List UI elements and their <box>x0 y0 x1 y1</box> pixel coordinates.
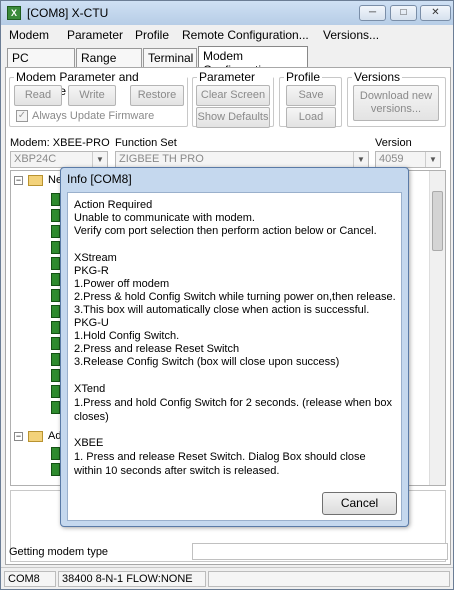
download-versions-button[interactable]: Download new versions... <box>353 85 439 121</box>
parameter-icon <box>51 447 60 460</box>
message-line: 1.Hold Config Switch. <box>74 330 180 342</box>
parameter-view-group: Parameter View Clear Screen Show Default… <box>192 70 274 128</box>
message-line: Verify com port selection then perform a… <box>74 225 377 237</box>
title-bar: X [COM8] X-CTU ─ □ ✕ <box>1 1 453 25</box>
load-profile-button[interactable]: Load <box>286 107 336 128</box>
tab-terminal[interactable]: Terminal <box>143 48 197 68</box>
dialog-title: Info [COM8] <box>67 172 132 186</box>
read-button[interactable]: Read <box>14 85 62 106</box>
modem-label: Modem: XBEE-PRO <box>10 137 110 149</box>
status-empty <box>208 571 450 587</box>
tab-pc-settings[interactable]: PC Settings <box>7 48 75 79</box>
status-port: COM8 <box>4 571 56 587</box>
parameter-icon <box>51 273 60 286</box>
menu-versions[interactable]: Versions... <box>323 28 379 42</box>
message-line: XBEE <box>74 437 104 449</box>
parameter-icon <box>51 369 60 382</box>
parameter-icon <box>51 401 60 414</box>
message-line: 2.Press & hold Config Switch while turni… <box>74 291 396 303</box>
tab-range-test[interactable]: Range Test <box>76 48 142 79</box>
parameter-icon <box>51 321 60 334</box>
write-button[interactable]: Write <box>68 85 116 106</box>
dialog-title-bar: Info [COM8] <box>61 168 408 190</box>
version-label: Version <box>375 137 412 149</box>
parameter-icon <box>51 225 60 238</box>
window-title: [COM8] X-CTU <box>27 6 109 20</box>
menu-profile[interactable]: Profile <box>135 28 169 42</box>
app-icon: X <box>7 6 21 20</box>
dialog-body: Action Required Unable to communicate wi… <box>67 192 402 521</box>
parameter-icon <box>51 463 60 476</box>
function-set-value: ZIGBEE TH PRO <box>119 153 204 165</box>
message-line: PKG-R <box>74 265 109 277</box>
parameter-icon <box>51 193 60 206</box>
message-line: XTend <box>74 383 106 395</box>
tree-collapse-icon[interactable]: − <box>14 176 23 185</box>
function-set-select[interactable]: ZIGBEE TH PRO ▼ <box>115 151 369 168</box>
function-set-label: Function Set <box>115 137 177 149</box>
clear-screen-button[interactable]: Clear Screen <box>196 85 270 106</box>
parameter-icon <box>51 289 60 302</box>
message-line: 3.Release Config Switch (box will close … <box>74 356 340 368</box>
tab-strip: PC Settings Range Test Terminal Modem Co… <box>5 46 451 79</box>
menu-remote-configuration[interactable]: Remote Configuration... <box>182 28 309 42</box>
versions-group: Versions Download new versions... <box>347 70 446 127</box>
menu-bar: Modem Parameter Profile Remote Configura… <box>1 25 453 45</box>
always-update-checkbox[interactable]: ✓ <box>16 110 28 122</box>
info-dialog: Info [COM8] Action Required Unable to co… <box>60 167 409 527</box>
message-line: XStream <box>74 252 117 264</box>
always-update-label: Always Update Firmware <box>32 110 155 122</box>
cancel-button[interactable]: Cancel <box>322 492 397 515</box>
menu-parameter[interactable]: Parameter <box>67 28 123 42</box>
status-settings: 38400 8-N-1 FLOW:NONE <box>58 571 206 587</box>
tab-modem-configuration[interactable]: Modem Configuration <box>198 46 308 77</box>
message-line: Action Required <box>74 199 153 211</box>
maximize-button[interactable]: □ <box>390 5 417 21</box>
message-line: Unable to communicate with modem. <box>74 212 255 224</box>
parameter-icon <box>51 209 60 222</box>
scrollbar-thumb[interactable] <box>432 191 443 251</box>
version-value: 4059 <box>379 153 404 165</box>
message-line: 1.Press and hold Config Switch for 2 sec… <box>74 397 392 423</box>
folder-icon <box>28 175 43 186</box>
chevron-down-icon: ▼ <box>425 152 440 167</box>
progress-box <box>192 543 448 560</box>
minimize-button[interactable]: ─ <box>359 5 386 21</box>
versions-group-label: Versions <box>352 70 403 84</box>
parameter-icon <box>51 385 60 398</box>
parameter-icon <box>51 241 60 254</box>
chevron-down-icon: ▼ <box>92 152 107 167</box>
restore-button[interactable]: Restore <box>130 85 184 106</box>
tree-scrollbar[interactable] <box>429 171 445 485</box>
parameter-icon <box>51 305 60 318</box>
parameter-icon <box>51 337 60 350</box>
message-line: PKG-U <box>74 317 109 329</box>
profile-group-label: Profile <box>284 70 323 84</box>
profile-group: Profile Save Load <box>279 70 342 128</box>
message-line: 1.Power off modem <box>74 278 170 290</box>
folder-icon <box>28 431 43 442</box>
menu-modem[interactable]: Modem <box>9 28 49 42</box>
firmware-group: Modem Parameter and Firmware Read Write … <box>9 70 188 127</box>
status-message: Getting modem type <box>9 546 109 558</box>
parameter-icon <box>51 257 60 270</box>
version-select[interactable]: 4059 ▼ <box>375 151 441 168</box>
parameter-icon <box>51 353 60 366</box>
message-line: 1. Press and release Reset Switch. Dialo… <box>74 451 366 477</box>
show-defaults-button[interactable]: Show Defaults <box>196 107 270 128</box>
status-bar: COM8 38400 8-N-1 FLOW:NONE <box>1 567 453 589</box>
chevron-down-icon: ▼ <box>353 152 368 167</box>
close-button[interactable]: ✕ <box>420 5 451 21</box>
save-profile-button[interactable]: Save <box>286 85 336 106</box>
message-line: 3.This box will automatically close when… <box>74 304 370 316</box>
modem-select[interactable]: XBP24C ▼ <box>10 151 108 168</box>
modem-select-value: XBP24C <box>14 153 57 165</box>
tree-collapse-icon[interactable]: − <box>14 432 23 441</box>
message-line: 2.Press and release Reset Switch <box>74 343 240 355</box>
